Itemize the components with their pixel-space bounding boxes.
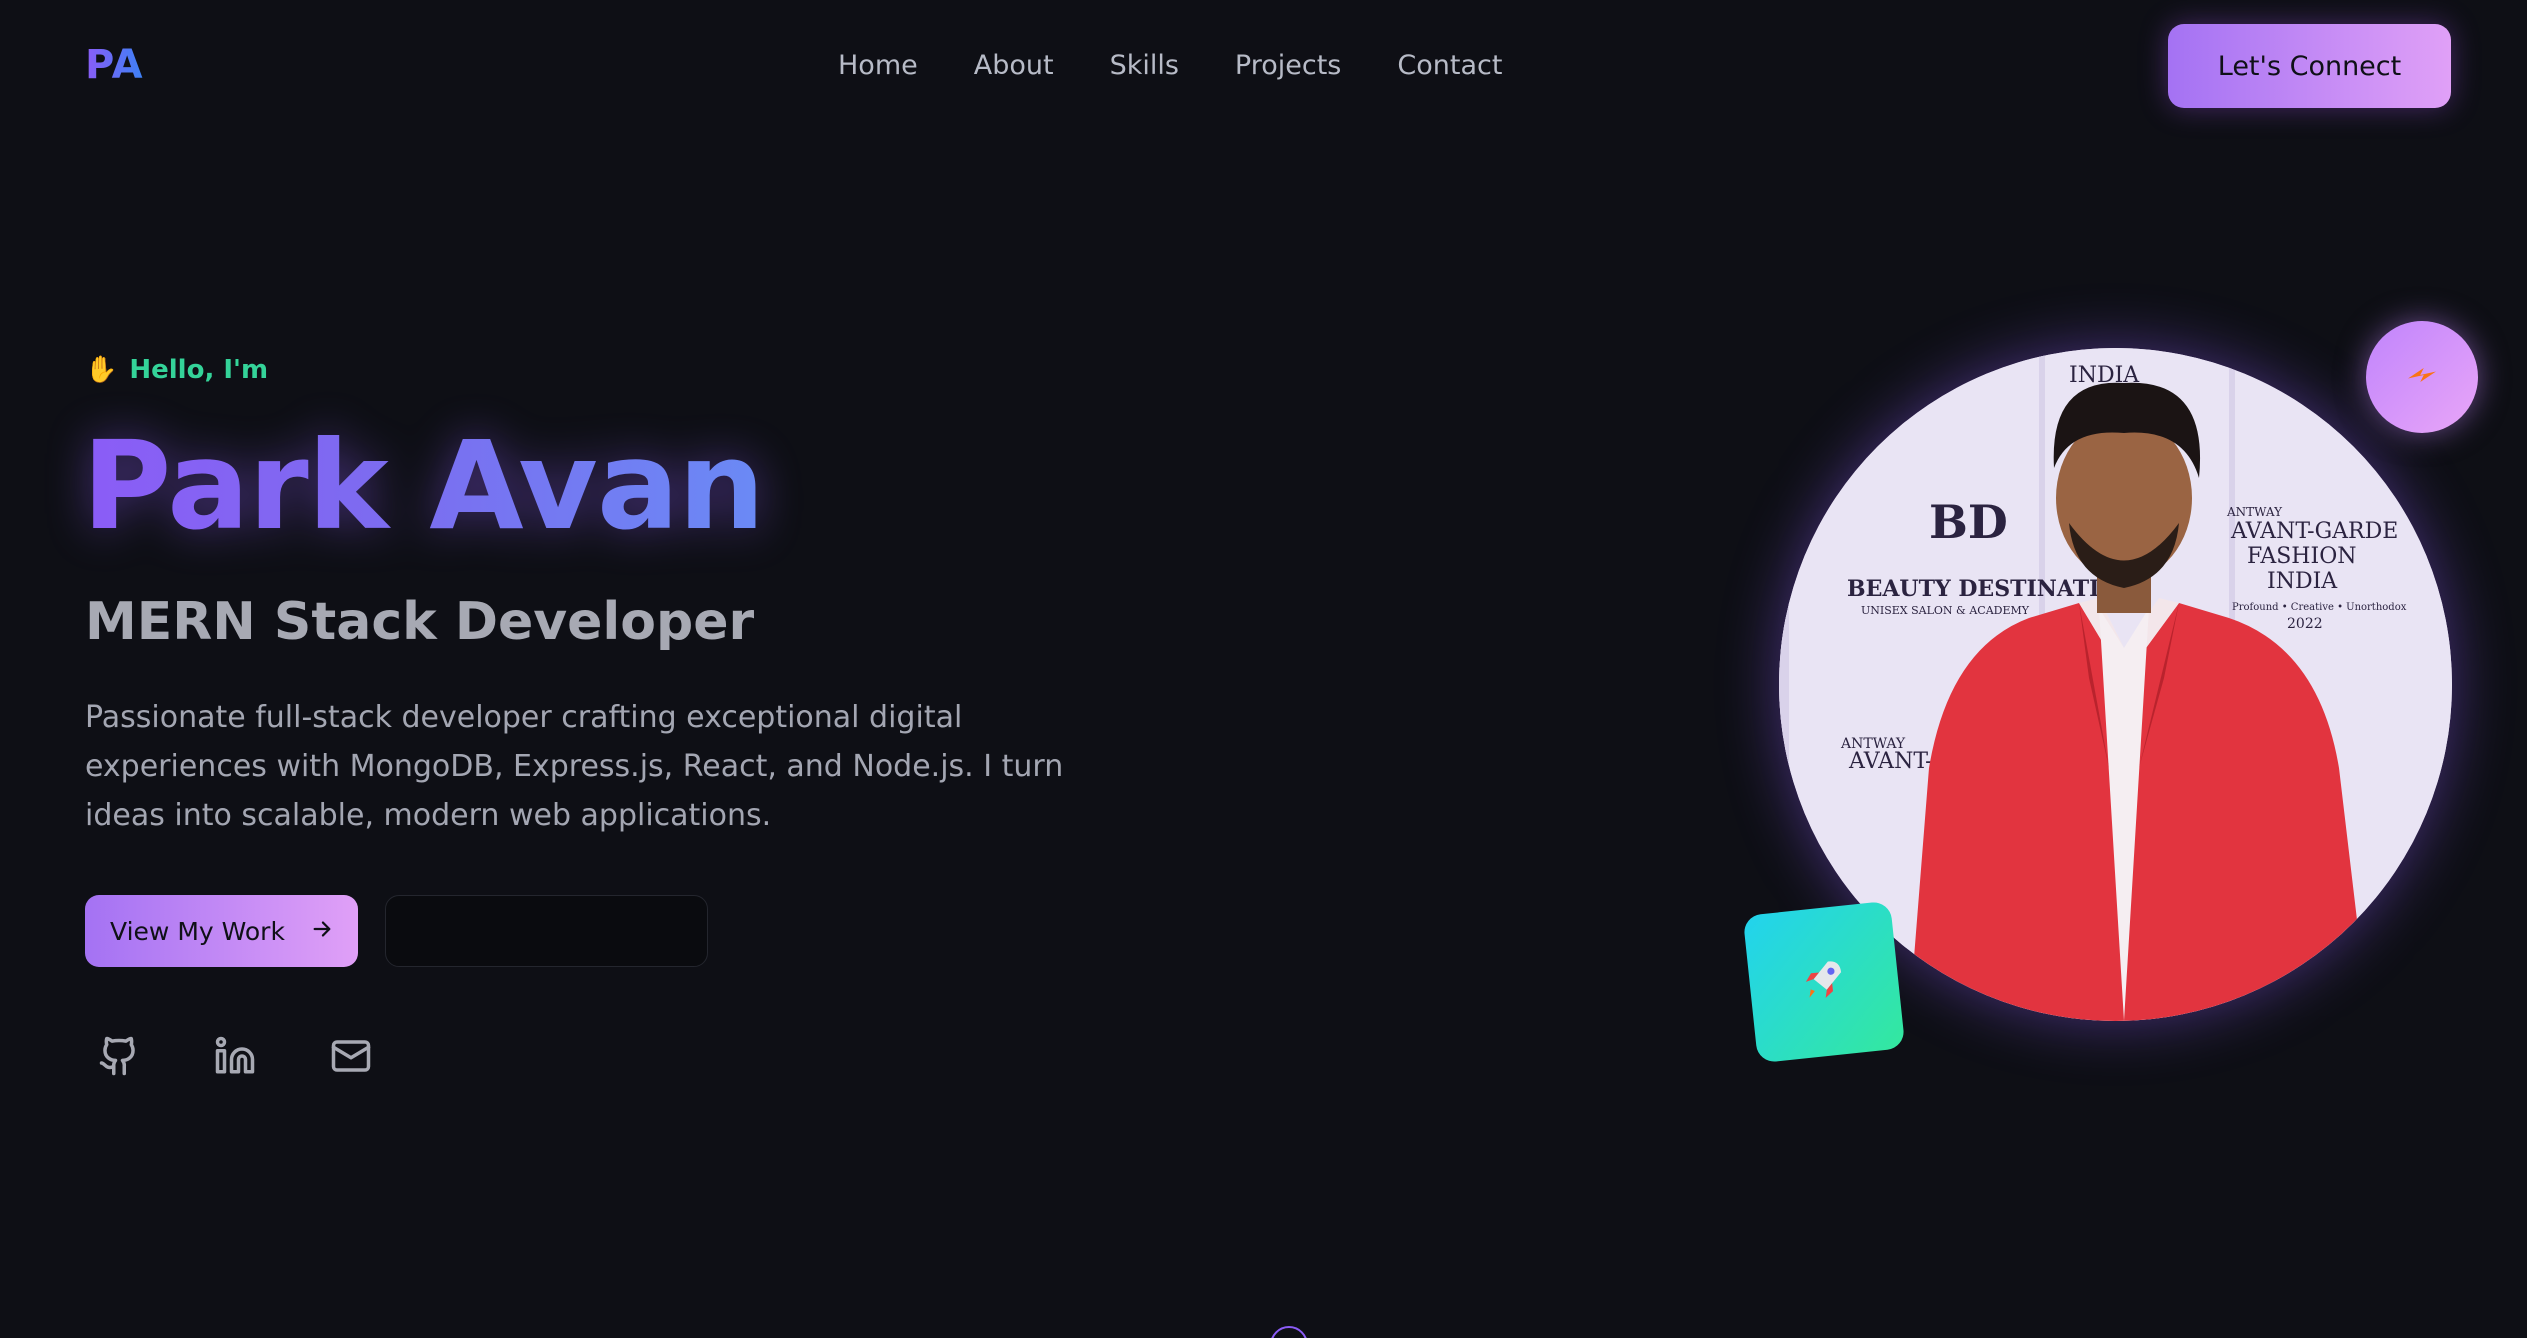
backdrop-text-6: Profound • Creative • Unorthodox — [2232, 602, 2407, 613]
social-links — [98, 1035, 372, 1077]
hero-description: Passionate full-stack developer crafting… — [85, 700, 1064, 833]
backdrop-text-5: INDIA — [2267, 569, 2338, 594]
greeting-text: Hello, I'm — [129, 355, 269, 385]
backdrop-text-4: FASHION — [2247, 544, 2356, 569]
mail-icon[interactable] — [330, 1035, 372, 1077]
backdrop-text-7: 2022 — [2287, 616, 2323, 632]
arrow-right-icon — [311, 917, 333, 946]
nav-link-about[interactable]: About — [974, 50, 1054, 81]
rocket-badge — [1742, 900, 1906, 1064]
nav-link-skills[interactable]: Skills — [1110, 50, 1179, 81]
github-icon[interactable] — [98, 1035, 140, 1077]
secondary-button[interactable] — [385, 895, 708, 967]
hero-name: Park Avan — [82, 415, 765, 557]
linkedin-icon[interactable] — [214, 1035, 256, 1077]
nav-link-projects[interactable]: Projects — [1235, 50, 1341, 81]
zap-icon — [2401, 354, 2443, 400]
hero-role: MERN Stack Developer — [85, 592, 755, 652]
scroll-indicator[interactable] — [1270, 1326, 1308, 1338]
view-my-work-label: View My Work — [110, 916, 285, 946]
backdrop-text-3: AVANT-GARDE — [2230, 519, 2398, 544]
backdrop-text-2: ANTWAY — [2226, 505, 2283, 519]
greeting: ✋ Hello, I'm — [85, 355, 268, 385]
backdrop-text-0: BEAUTY DESTINATION — [1847, 576, 2139, 602]
nav-link-home[interactable]: Home — [838, 50, 918, 81]
zap-badge — [2366, 321, 2478, 433]
view-my-work-button[interactable]: View My Work — [85, 895, 358, 967]
site-logo[interactable]: PA — [85, 42, 144, 88]
rocket-icon — [1797, 954, 1850, 1011]
backdrop-text-1: UNISEX SALON & ACADEMY — [1861, 604, 2030, 617]
nav-link-contact[interactable]: Contact — [1397, 50, 1502, 81]
backdrop-logo-bd: BD — [1929, 495, 2008, 549]
lets-connect-button[interactable]: Let's Connect — [2168, 24, 2451, 108]
main-nav: Home About Skills Projects Contact — [838, 50, 1502, 81]
waving-hand-icon: ✋ — [85, 355, 118, 385]
